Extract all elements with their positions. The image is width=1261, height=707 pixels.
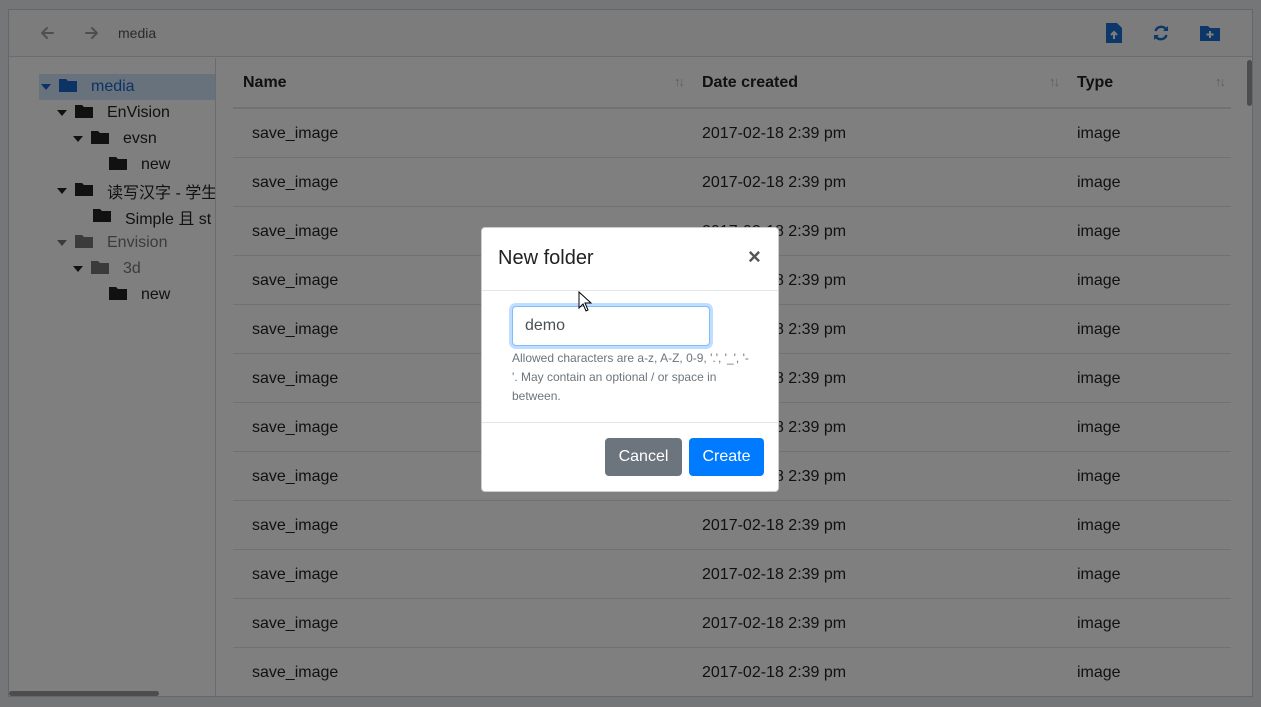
new-folder-dialog: New folder × Allowed characters are a-z,… [481,227,779,492]
cancel-button[interactable]: Cancel [605,438,682,476]
divider [482,290,778,291]
divider [482,422,778,423]
close-icon[interactable]: × [748,244,761,270]
mouse-cursor-icon [578,290,593,317]
dialog-title: New folder [498,247,594,269]
help-text: Allowed characters are a-z, A-Z, 0-9, '.… [512,351,749,403]
folder-name-input[interactable] [512,306,710,346]
create-button[interactable]: Create [689,438,764,476]
